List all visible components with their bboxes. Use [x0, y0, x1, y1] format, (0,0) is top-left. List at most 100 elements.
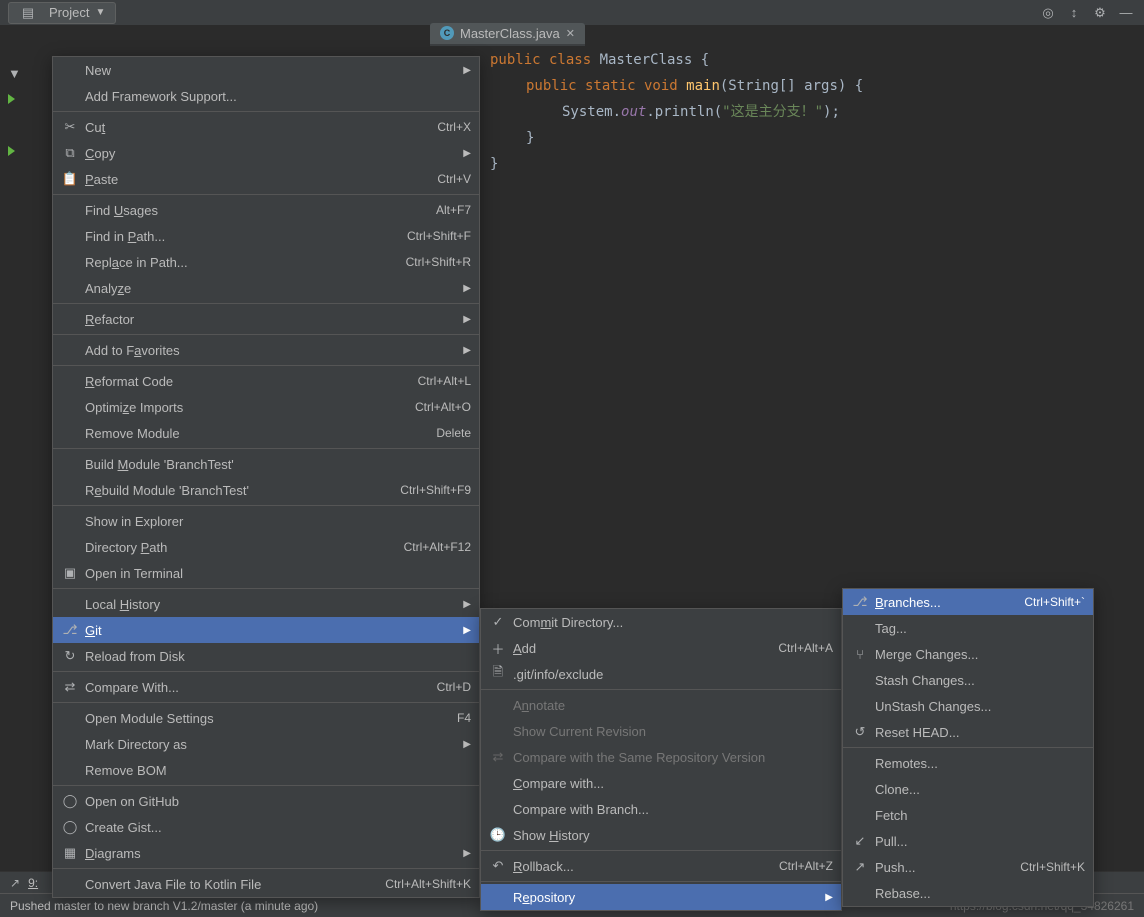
menu-item-show-in-explorer[interactable]: Show in Explorer [53, 508, 479, 534]
project-tool-button[interactable]: ▤ Project ▼ [8, 2, 116, 24]
menu-item-directory-path[interactable]: Directory PathCtrl+Alt+F12 [53, 534, 479, 560]
hide-icon[interactable]: — [1116, 3, 1136, 23]
menu-label: Cut [85, 120, 437, 135]
menu-item-build-module-branchtest[interactable]: Build Module 'BranchTest' [53, 451, 479, 477]
reload-icon: ↻ [61, 648, 79, 664]
tool-window-tab-git[interactable]: 9: [28, 876, 38, 890]
menu-item-rebuild-module-branchtest[interactable]: Rebuild Module 'BranchTest'Ctrl+Shift+F9 [53, 477, 479, 503]
menu-item-new[interactable]: New▶ [53, 57, 479, 83]
menu-item-unstash-changes[interactable]: UnStash Changes... [843, 693, 1093, 719]
cut-icon: ✂ [61, 119, 79, 135]
menu-item-rebase[interactable]: Rebase... [843, 880, 1093, 906]
menu-label: Copy [85, 146, 457, 161]
menu-item-merge-changes[interactable]: ⑂Merge Changes... [843, 641, 1093, 667]
menu-item-git[interactable]: ⎇Git▶ [53, 617, 479, 643]
menu-label: Clone... [875, 782, 1085, 797]
menu-label: Rebuild Module 'BranchTest' [85, 483, 400, 498]
menu-item-push[interactable]: ↗Push...Ctrl+Shift+K [843, 854, 1093, 880]
menu-item-open-in-terminal[interactable]: ▣Open in Terminal [53, 560, 479, 586]
menu-label: Show History [513, 828, 833, 843]
menu-item-open-on-github[interactable]: ◯Open on GitHub [53, 788, 479, 814]
menu-item-add-to-favorites[interactable]: Add to Favorites▶ [53, 337, 479, 363]
menu-item-cut[interactable]: ✂ CutCtrl+X [53, 114, 479, 140]
menu-item-repository[interactable]: Repository▶ [481, 884, 841, 910]
git-icon: ⎇ [61, 622, 79, 638]
submenu-arrow-icon: ▶ [463, 283, 471, 294]
menu-item-find-usages[interactable]: Find UsagesAlt+F7 [53, 197, 479, 223]
menu-item-show-history[interactable]: 🕒Show History [481, 822, 841, 848]
menu-label: Push... [875, 860, 1020, 875]
menu-label: Paste [85, 172, 437, 187]
menu-item-diagrams[interactable]: ▦Diagrams▶ [53, 840, 479, 866]
menu-item-open-module-settings[interactable]: Open Module SettingsF4 [53, 705, 479, 731]
locate-icon[interactable]: ◎ [1038, 3, 1058, 23]
terminal-icon: ▣ [61, 565, 79, 581]
run-icon[interactable] [8, 94, 15, 104]
menu-item-compare-with[interactable]: ⇄Compare With...Ctrl+D [53, 674, 479, 700]
submenu-arrow-icon: ▶ [463, 314, 471, 325]
menu-label: Open on GitHub [85, 794, 471, 809]
menu-item-add-framework-support[interactable]: Add Framework Support... [53, 83, 479, 109]
menu-item-local-history[interactable]: Local History ▶ [53, 591, 479, 617]
menu-item-pull[interactable]: ↙Pull... [843, 828, 1093, 854]
close-icon[interactable]: ✕ [566, 27, 575, 40]
menu-label: Local History [85, 597, 457, 612]
menu-item-mark-directory-as[interactable]: Mark Directory as▶ [53, 731, 479, 757]
menu-item-fetch[interactable]: Fetch [843, 802, 1093, 828]
menu-label: Tag... [875, 621, 1085, 636]
expand-icon[interactable]: ▼ [8, 66, 21, 81]
menu-label: Compare with the Same Repository Version [513, 750, 833, 765]
menu-label: Diagrams [85, 846, 457, 861]
menu-label: Build Module 'BranchTest' [85, 457, 471, 472]
menu-item-rollback[interactable]: ↶Rollback...Ctrl+Alt+Z [481, 853, 841, 879]
menu-item-reset-head[interactable]: ↺Reset HEAD... [843, 719, 1093, 745]
menu-separator [53, 194, 479, 195]
shortcut-text: Ctrl+X [437, 120, 471, 134]
menu-item-create-gist[interactable]: ◯Create Gist... [53, 814, 479, 840]
menu-item-replace-in-path[interactable]: Replace in Path...Ctrl+Shift+R [53, 249, 479, 275]
menu-item-optimize-imports[interactable]: Optimize ImportsCtrl+Alt+O [53, 394, 479, 420]
menu-item-branches[interactable]: ⎇Branches...Ctrl+Shift+` [843, 589, 1093, 615]
menu-item-reformat-code[interactable]: Reformat CodeCtrl+Alt+L [53, 368, 479, 394]
menu-label: Pull... [875, 834, 1085, 849]
menu-label: Find Usages [85, 203, 436, 218]
shortcut-text: F4 [457, 711, 471, 725]
menu-item-analyze[interactable]: Analyze▶ [53, 275, 479, 301]
submenu-arrow-icon: ▶ [825, 892, 833, 903]
editor-tab-masterclass[interactable]: C MasterClass.java ✕ [430, 23, 585, 44]
menu-item-find-in-path[interactable]: Find in Path...Ctrl+Shift+F [53, 223, 479, 249]
menu-item-convert-java-file-to-kotlin-file[interactable]: Convert Java File to Kotlin FileCtrl+Alt… [53, 871, 479, 897]
menu-item-remotes[interactable]: Remotes... [843, 750, 1093, 776]
code-editor[interactable]: public class MasterClass { public static… [490, 48, 863, 177]
run-icon[interactable] [8, 146, 15, 156]
menu-label: Rollback... [513, 859, 779, 874]
menu-item-git-info-exclude[interactable]: 🗎.git/info/exclude [481, 661, 841, 687]
menu-item-add[interactable]: ＋AddCtrl+Alt+A [481, 635, 841, 661]
menu-label: Annotate [513, 698, 833, 713]
menu-item-compare-with-the-same-repository-version[interactable]: ⇄Compare with the Same Repository Versio… [481, 744, 841, 770]
menu-item-remove-module[interactable]: Remove ModuleDelete [53, 420, 479, 446]
menu-label: Optimize Imports [85, 400, 415, 415]
menu-item-show-current-revision[interactable]: Show Current Revision [481, 718, 841, 744]
menu-item-annotate[interactable]: Annotate [481, 692, 841, 718]
copy-icon: ⧉ [61, 145, 79, 161]
gear-icon[interactable]: ⚙ [1090, 3, 1110, 23]
menu-item-paste[interactable]: 📋PasteCtrl+V [53, 166, 479, 192]
menu-item-copy[interactable]: ⧉ Copy ▶ [53, 140, 479, 166]
menu-item-compare-with[interactable]: Compare with... [481, 770, 841, 796]
menu-item-clone[interactable]: Clone... [843, 776, 1093, 802]
shortcut-text: Delete [436, 426, 471, 440]
submenu-arrow-icon: ▶ [463, 148, 471, 159]
submenu-arrow-icon: ▶ [463, 599, 471, 610]
menu-label: Merge Changes... [875, 647, 1085, 662]
menu-item-stash-changes[interactable]: Stash Changes... [843, 667, 1093, 693]
menu-item-reload-from-disk[interactable]: ↻Reload from Disk [53, 643, 479, 669]
git-tool-icon[interactable]: ↗ [10, 876, 20, 890]
menu-item-remove-bom[interactable]: Remove BOM [53, 757, 479, 783]
menu-item-tag[interactable]: Tag... [843, 615, 1093, 641]
expand-icon[interactable]: ↕ [1064, 3, 1084, 23]
shortcut-text: Ctrl+Shift+R [406, 255, 471, 269]
menu-item-compare-with-branch[interactable]: Compare with Branch... [481, 796, 841, 822]
menu-item-commit-directory[interactable]: ✓Commit Directory... [481, 609, 841, 635]
menu-item-refactor[interactable]: Refactor▶ [53, 306, 479, 332]
